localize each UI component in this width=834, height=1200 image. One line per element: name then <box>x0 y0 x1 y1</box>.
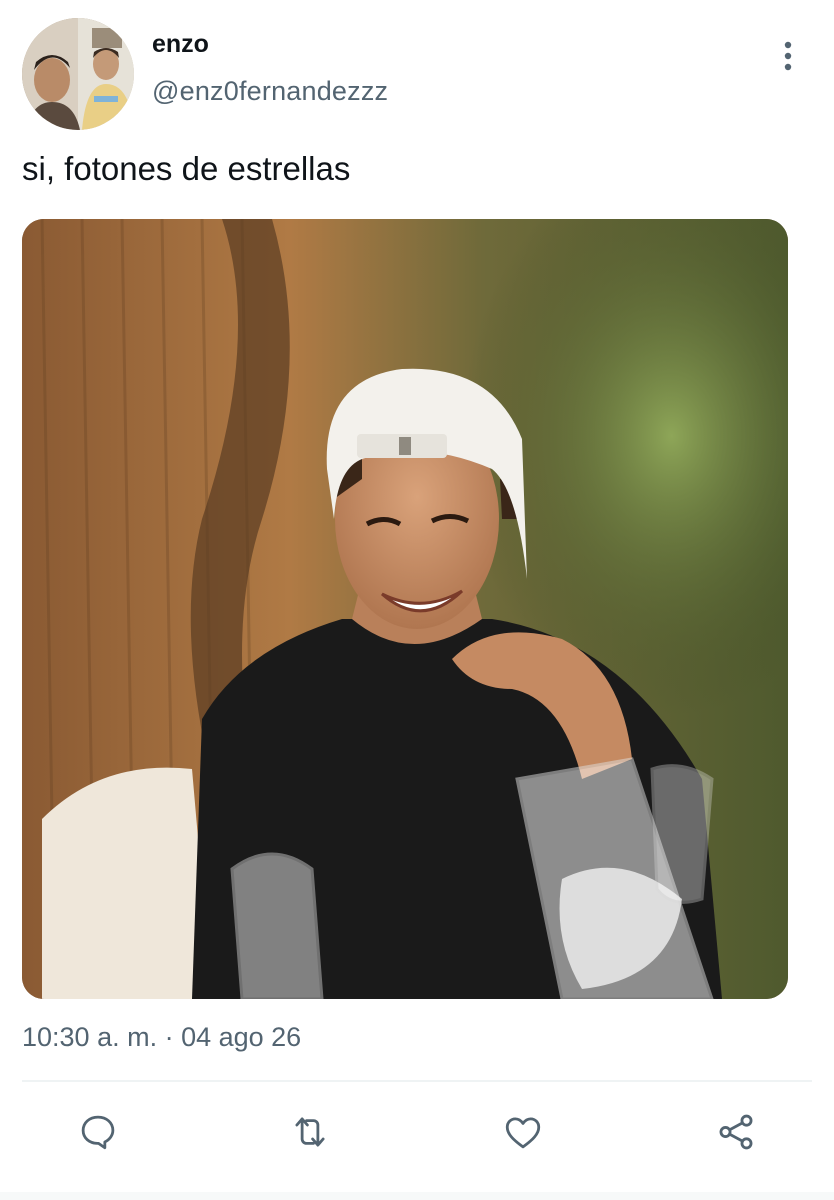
divider <box>22 1080 812 1082</box>
retweet-icon <box>295 1117 325 1147</box>
user-handle[interactable]: @enz0fernandezzz <box>152 76 388 107</box>
more-vertical-icon <box>784 41 792 71</box>
like-button[interactable] <box>499 1108 547 1156</box>
display-name[interactable]: enzo <box>152 30 209 59</box>
tweet-media-photo[interactable] <box>22 219 788 999</box>
tweet-text: si, fotones de estrellas <box>22 150 351 187</box>
avatar[interactable] <box>22 18 134 130</box>
reply-button[interactable] <box>74 1108 122 1156</box>
share-button[interactable] <box>712 1108 760 1156</box>
share-icon <box>719 1114 753 1150</box>
tweet-timestamp[interactable]: 10:30 a. m. · 04 ago 26 <box>22 1022 301 1053</box>
more-options-button[interactable] <box>768 36 808 76</box>
retweet-button[interactable] <box>286 1108 334 1156</box>
bottom-separator <box>0 1192 834 1200</box>
reply-icon <box>81 1115 115 1150</box>
photo-image <box>22 219 788 999</box>
heart-icon <box>505 1117 541 1149</box>
avatar-photo <box>22 18 134 130</box>
tweet-card: enzo @enz0fernandezzz si, fotones de est… <box>0 0 834 1200</box>
